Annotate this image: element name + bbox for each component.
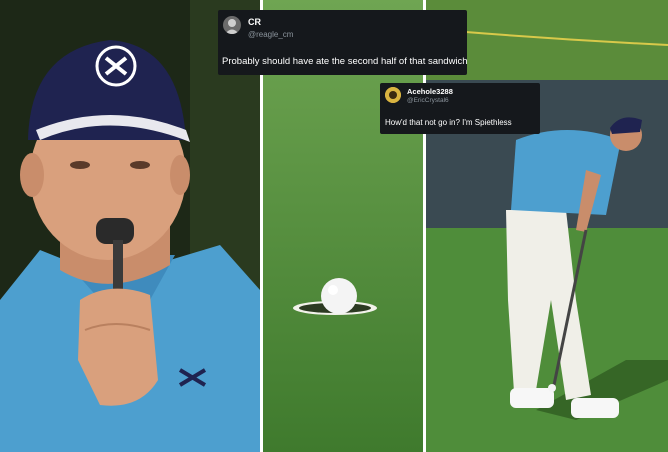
tweet-text: Probably should have ate the second half… <box>222 56 468 67</box>
tweet-text: How'd that not go in? I'm Spiethless <box>385 118 512 127</box>
tweet-author-name: Acehole3288 <box>407 87 453 96</box>
tweet-card-acehole: Acehole3288 @EricCrystal6 How'd that not… <box>380 83 540 134</box>
golf-ball-icon <box>321 278 357 314</box>
tweet-author-name: CR <box>248 17 261 27</box>
user-avatar <box>385 87 401 103</box>
tweet-author-handle: @reagle_cm <box>248 30 294 39</box>
user-avatar <box>223 16 241 34</box>
tweet-author-handle: @EricCrystal6 <box>407 97 449 104</box>
tweet-card-cr: CR @reagle_cm Probably should have ate t… <box>218 10 468 75</box>
